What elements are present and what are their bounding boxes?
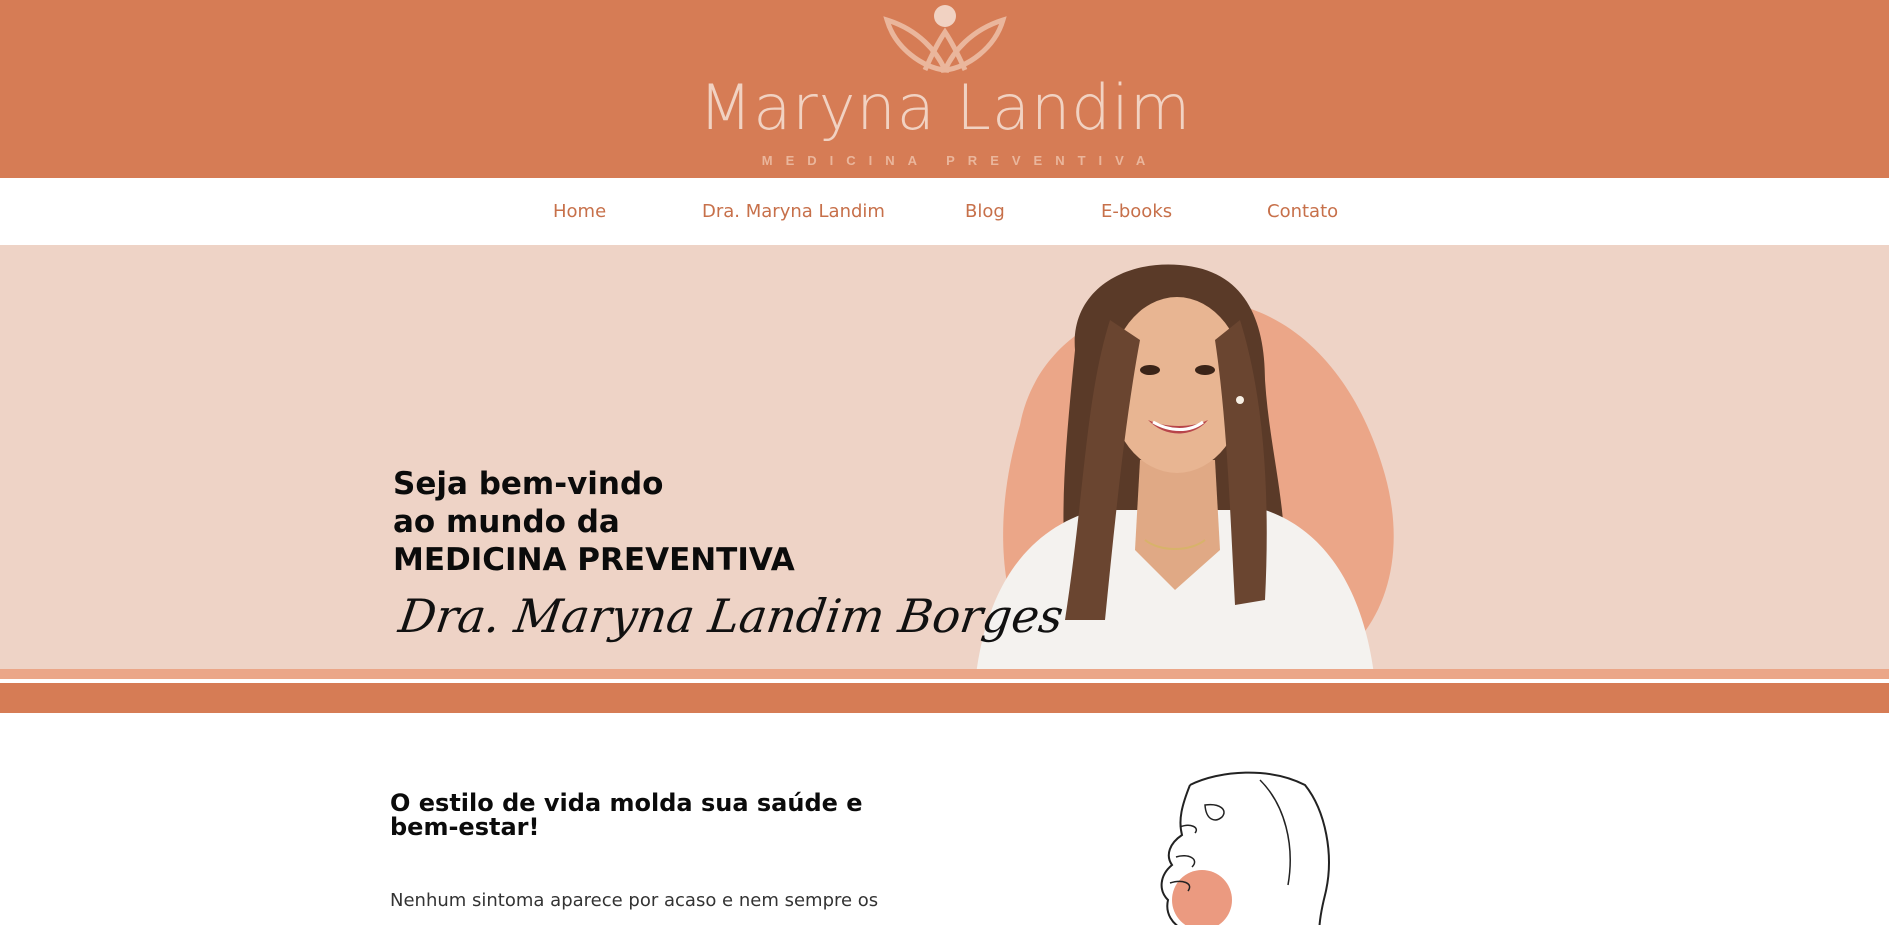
section-title: O estilo de vida molda sua saúde e bem-e…	[390, 789, 863, 841]
hero-stripe	[0, 669, 1889, 679]
nav-blog[interactable]: Blog	[965, 178, 1005, 245]
hero-line-2: ao mundo da	[393, 504, 620, 540]
doctor-signature: Dra. Maryna Landim Borges	[395, 589, 1067, 643]
hero-line-1: Seja bem-vindo	[393, 466, 664, 502]
nav-ebooks[interactable]: E-books	[1101, 178, 1172, 245]
hero-banner: Seja bem-vindo ao mundo da MEDICINA PREV…	[0, 245, 1889, 683]
brand-name: Maryna Landim	[698, 71, 1192, 144]
section-paragraph: Nenhum sintoma aparece por acaso e nem s…	[390, 890, 879, 911]
nav-dra-maryna-landim[interactable]: Dra. Maryna Landim	[702, 178, 885, 245]
brand-tagline: MEDICINA PREVENTIVA	[761, 153, 1159, 168]
site-header: Maryna Landim MEDICINA PREVENTIVA	[0, 0, 1889, 178]
hero-line-3: MEDICINA PREVENTIVA	[393, 542, 795, 578]
site-logo[interactable]: Maryna Landim MEDICINA PREVENTIVA	[690, 0, 1200, 178]
hero-heading: Seja bem-vindo ao mundo da MEDICINA PREV…	[393, 465, 953, 579]
lotus-logo-icon	[883, 5, 1007, 73]
main-nav: Home Dra. Maryna Landim Blog E-books Con…	[0, 178, 1889, 245]
nav-home[interactable]: Home	[553, 178, 606, 245]
face-line-art-illustration	[1160, 771, 1330, 925]
hero-bottom-band	[0, 683, 1889, 713]
nav-contato[interactable]: Contato	[1267, 178, 1338, 245]
